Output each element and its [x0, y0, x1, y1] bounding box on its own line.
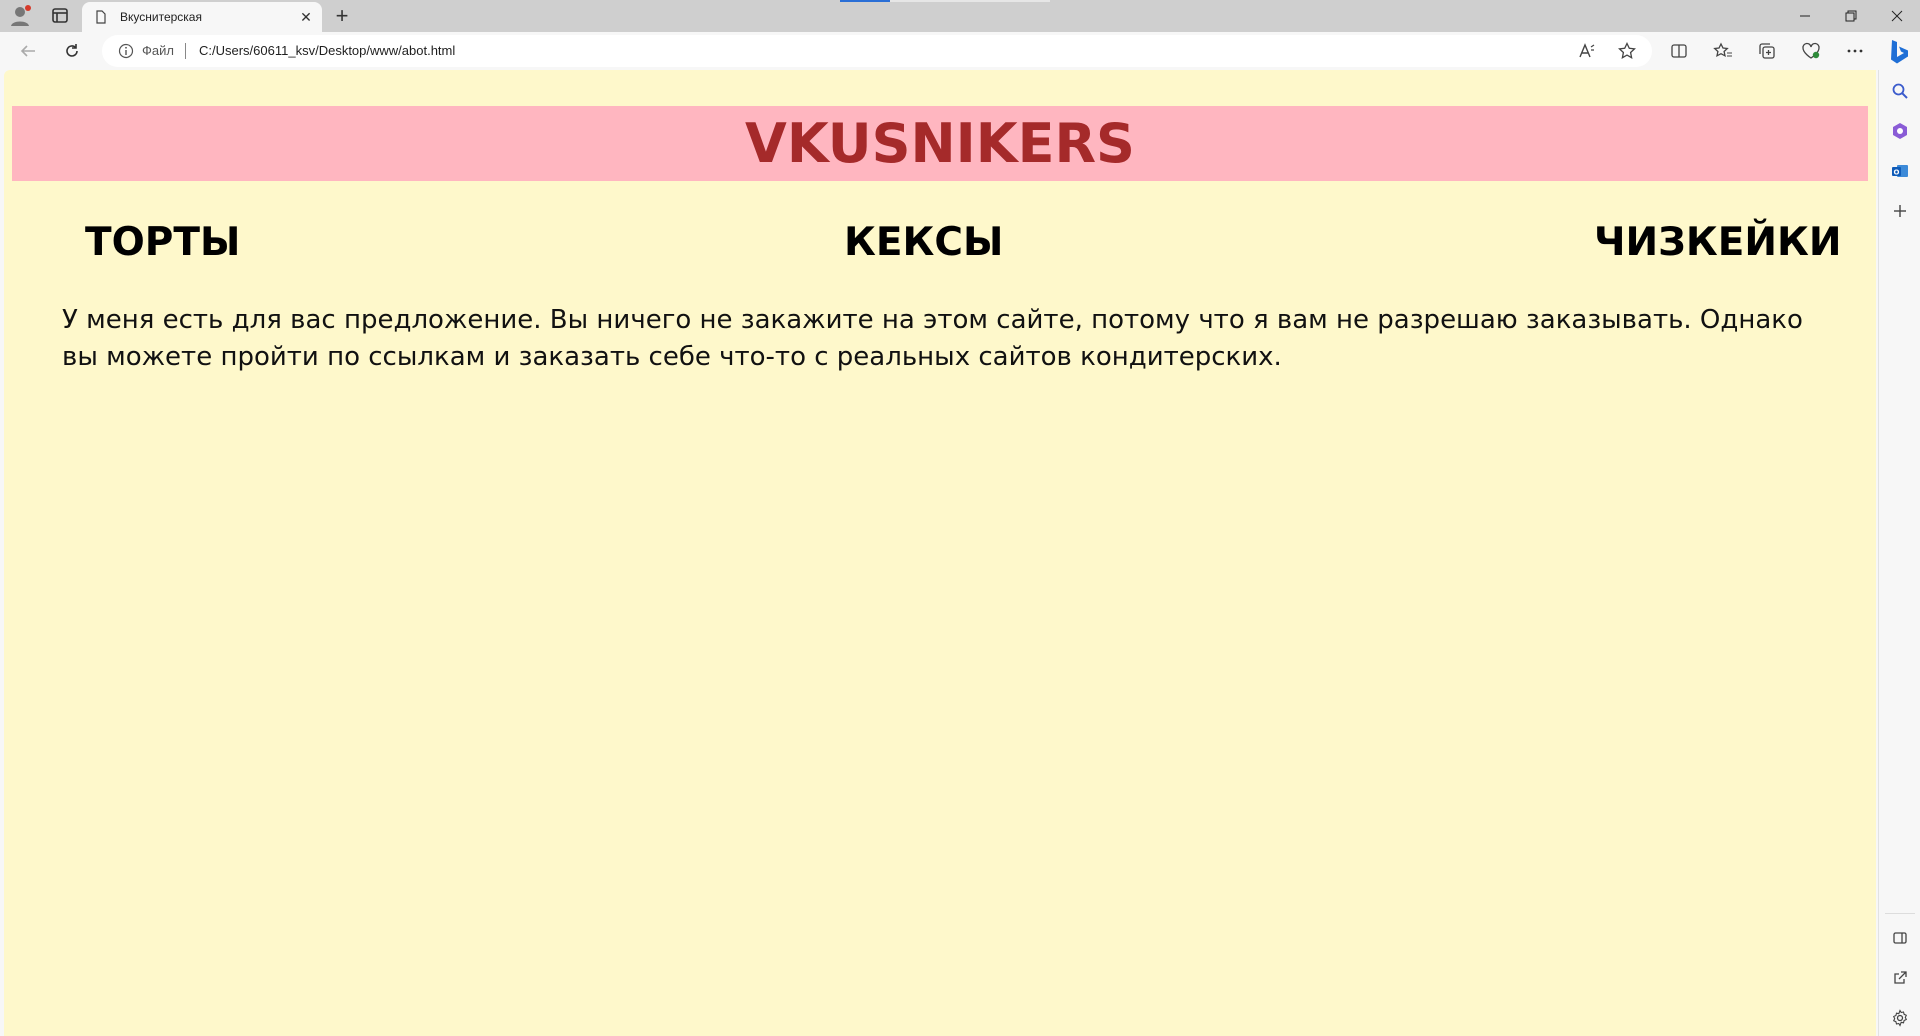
hide-sidebar-icon[interactable] — [1889, 927, 1911, 949]
tab-strip: Вкуснитерская ✕ + — [0, 0, 1920, 32]
info-icon[interactable] — [118, 43, 134, 59]
search-icon[interactable] — [1889, 80, 1911, 102]
new-tab-button[interactable]: + — [330, 3, 354, 28]
back-icon[interactable] — [14, 39, 42, 63]
divider — [185, 43, 186, 59]
nav-link-cupcakes[interactable]: КЕКСЫ — [844, 220, 1003, 265]
tab-active[interactable]: Вкуснитерская ✕ — [82, 2, 322, 32]
nav-link-cheesecakes[interactable]: ЧИЗКЕЙКИ — [1594, 220, 1842, 265]
browser-essentials-icon[interactable] — [1800, 41, 1822, 61]
profile-icon[interactable] — [9, 4, 33, 28]
add-icon[interactable] — [1889, 200, 1911, 222]
tab-actions-icon[interactable] — [48, 5, 72, 27]
nav-link-cakes[interactable]: ТОРТЫ — [85, 220, 240, 265]
browser-window: Вкуснитерская ✕ + Файл C:/Users/60611_ks… — [0, 0, 1920, 1036]
favorite-star-icon[interactable] — [1616, 41, 1638, 61]
favorites-icon[interactable] — [1712, 41, 1734, 61]
site-logo: VKUSNIKERS — [745, 112, 1135, 175]
tools-icon[interactable] — [1889, 120, 1911, 142]
intro-paragraph: У меня есть для вас предложение. Вы ниче… — [62, 305, 1803, 372]
close-window-button[interactable] — [1874, 0, 1920, 32]
refresh-icon[interactable] — [58, 39, 86, 63]
edge-sidebar: O — [1878, 70, 1920, 1036]
read-aloud-icon[interactable] — [1576, 41, 1598, 61]
url-text[interactable]: C:/Users/60611_ksv/Desktop/www/abot.html — [199, 43, 455, 58]
page-viewport: VKUSNIKERS ТОРТЫ КЕКСЫ ЧИЗКЕЙКИ У меня е… — [4, 70, 1876, 1036]
address-bar[interactable]: Файл C:/Users/60611_ksv/Desktop/www/abot… — [102, 35, 1652, 67]
file-label: Файл — [142, 43, 174, 58]
page-icon — [94, 10, 108, 24]
open-external-icon[interactable] — [1889, 967, 1911, 989]
tab-title: Вкуснитерская — [120, 10, 202, 24]
site-header: VKUSNIKERS — [12, 106, 1868, 181]
minimize-button[interactable] — [1782, 0, 1828, 32]
copilot-icon[interactable] — [1882, 36, 1914, 68]
restore-button[interactable] — [1828, 0, 1874, 32]
collections-icon[interactable] — [1756, 41, 1778, 61]
close-tab-icon[interactable]: ✕ — [297, 8, 315, 26]
settings-gear-icon[interactable] — [1889, 1007, 1911, 1029]
sidebar-divider — [1885, 913, 1915, 914]
loading-indicator — [840, 0, 1050, 2]
split-screen-icon[interactable] — [1668, 41, 1690, 61]
more-menu-icon[interactable] — [1844, 41, 1866, 61]
outlook-icon[interactable]: O — [1889, 160, 1911, 182]
browser-toolbar: Файл C:/Users/60611_ksv/Desktop/www/abot… — [0, 32, 1920, 70]
svg-text:O: O — [1894, 169, 1900, 177]
